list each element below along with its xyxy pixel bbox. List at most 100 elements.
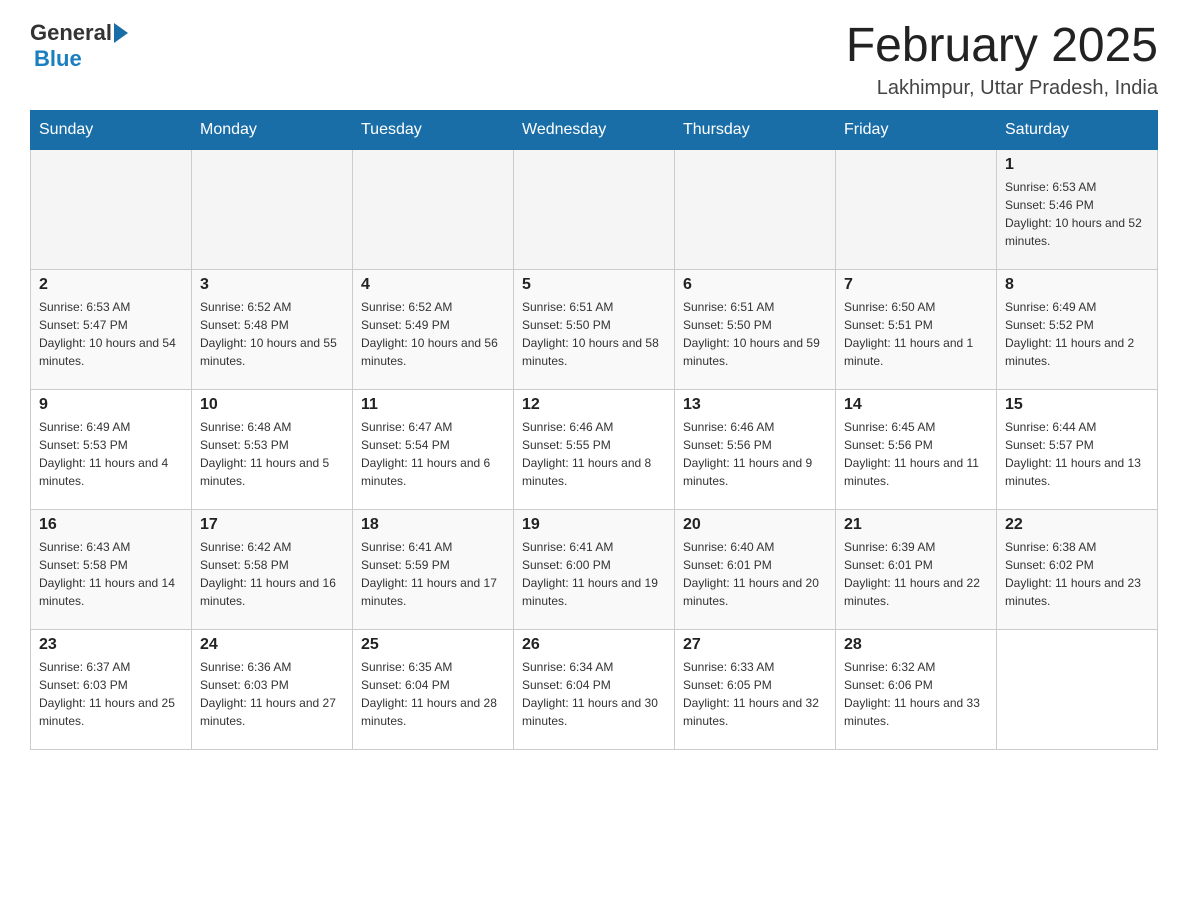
day-info: Sunrise: 6:35 AM Sunset: 6:04 PM Dayligh… — [361, 658, 505, 730]
day-info: Sunrise: 6:36 AM Sunset: 6:03 PM Dayligh… — [200, 658, 344, 730]
day-number: 25 — [361, 636, 505, 654]
calendar-cell: 6 Sunrise: 6:51 AM Sunset: 5:50 PM Daylig… — [675, 269, 836, 389]
day-number: 8 — [1005, 276, 1149, 294]
calendar-cell: 18 Sunrise: 6:41 AM Sunset: 5:59 PM Dayli… — [353, 509, 514, 629]
calendar-cell: 21 Sunrise: 6:39 AM Sunset: 6:01 PM Dayli… — [836, 509, 997, 629]
day-number: 9 — [39, 396, 183, 414]
calendar-cell — [192, 149, 353, 269]
calendar-cell: 1 Sunrise: 6:53 AM Sunset: 5:46 PM Daylig… — [997, 149, 1158, 269]
day-info: Sunrise: 6:45 AM Sunset: 5:56 PM Dayligh… — [844, 418, 988, 490]
calendar-cell: 20 Sunrise: 6:40 AM Sunset: 6:01 PM Dayli… — [675, 509, 836, 629]
day-of-week-header: Saturday — [997, 110, 1158, 149]
day-info: Sunrise: 6:49 AM Sunset: 5:52 PM Dayligh… — [1005, 298, 1149, 370]
day-number: 1 — [1005, 156, 1149, 174]
calendar-body: 1 Sunrise: 6:53 AM Sunset: 5:46 PM Daylig… — [31, 149, 1158, 749]
day-number: 12 — [522, 396, 666, 414]
day-number: 4 — [361, 276, 505, 294]
day-info: Sunrise: 6:47 AM Sunset: 5:54 PM Dayligh… — [361, 418, 505, 490]
calendar-cell: 22Sunrise: 6:38 AM Sunset: 6:02 PM Dayli… — [997, 509, 1158, 629]
calendar-cell: 16 Sunrise: 6:43 AM Sunset: 5:58 PM Dayli… — [31, 509, 192, 629]
day-number: 6 — [683, 276, 827, 294]
day-of-week-header: Tuesday — [353, 110, 514, 149]
day-info: Sunrise: 6:40 AM Sunset: 6:01 PM Dayligh… — [683, 538, 827, 610]
day-info: Sunrise: 6:34 AM Sunset: 6:04 PM Dayligh… — [522, 658, 666, 730]
day-number: 24 — [200, 636, 344, 654]
day-info: Sunrise: 6:52 AM Sunset: 5:48 PM Dayligh… — [200, 298, 344, 370]
calendar-cell: 4 Sunrise: 6:52 AM Sunset: 5:49 PM Daylig… — [353, 269, 514, 389]
calendar-cell: 5 Sunrise: 6:51 AM Sunset: 5:50 PM Daylig… — [514, 269, 675, 389]
day-of-week-header: Wednesday — [514, 110, 675, 149]
day-info: Sunrise: 6:39 AM Sunset: 6:01 PM Dayligh… — [844, 538, 988, 610]
calendar-cell: 28Sunrise: 6:32 AM Sunset: 6:06 PM Dayli… — [836, 629, 997, 749]
logo-blue-text: Blue — [34, 46, 82, 71]
calendar-cell: 24 Sunrise: 6:36 AM Sunset: 6:03 PM Dayli… — [192, 629, 353, 749]
calendar-cell — [836, 149, 997, 269]
calendar-cell — [514, 149, 675, 269]
day-info: Sunrise: 6:53 AM Sunset: 5:46 PM Dayligh… — [1005, 178, 1149, 250]
logo-arrow-icon — [114, 23, 128, 43]
day-info: Sunrise: 6:41 AM Sunset: 5:59 PM Dayligh… — [361, 538, 505, 610]
calendar-cell: 27 Sunrise: 6:33 AM Sunset: 6:05 PM Dayli… — [675, 629, 836, 749]
day-number: 27 — [683, 636, 827, 654]
day-number: 18 — [361, 516, 505, 534]
title-section: February 2025 Lakhimpur, Uttar Pradesh, … — [846, 20, 1158, 100]
calendar-cell: 26 Sunrise: 6:34 AM Sunset: 6:04 PM Dayli… — [514, 629, 675, 749]
calendar-cell: 14 Sunrise: 6:45 AM Sunset: 5:56 PM Dayli… — [836, 389, 997, 509]
month-title: February 2025 — [846, 20, 1158, 73]
calendar-header: SundayMondayTuesdayWednesdayThursdayFrid… — [31, 110, 1158, 149]
day-number: 17 — [200, 516, 344, 534]
day-number: 13 — [683, 396, 827, 414]
day-of-week-header: Monday — [192, 110, 353, 149]
day-number: 2 — [39, 276, 183, 294]
calendar-week-row: 16 Sunrise: 6:43 AM Sunset: 5:58 PM Dayli… — [31, 509, 1158, 629]
calendar-cell: 10Sunrise: 6:48 AM Sunset: 5:53 PM Dayli… — [192, 389, 353, 509]
calendar-cell: 13 Sunrise: 6:46 AM Sunset: 5:56 PM Dayli… — [675, 389, 836, 509]
day-info: Sunrise: 6:46 AM Sunset: 5:55 PM Dayligh… — [522, 418, 666, 490]
day-number: 3 — [200, 276, 344, 294]
day-info: Sunrise: 6:51 AM Sunset: 5:50 PM Dayligh… — [683, 298, 827, 370]
day-number: 11 — [361, 396, 505, 414]
day-number: 22 — [1005, 516, 1149, 534]
calendar-cell: 25 Sunrise: 6:35 AM Sunset: 6:04 PM Dayli… — [353, 629, 514, 749]
day-info: Sunrise: 6:37 AM Sunset: 6:03 PM Dayligh… — [39, 658, 183, 730]
calendar-cell: 23 Sunrise: 6:37 AM Sunset: 6:03 PM Dayli… — [31, 629, 192, 749]
day-number: 28 — [844, 636, 988, 654]
calendar-cell — [353, 149, 514, 269]
day-number: 20 — [683, 516, 827, 534]
calendar-cell: 8 Sunrise: 6:49 AM Sunset: 5:52 PM Daylig… — [997, 269, 1158, 389]
calendar-cell: 19 Sunrise: 6:41 AM Sunset: 6:00 PM Dayli… — [514, 509, 675, 629]
day-info: Sunrise: 6:51 AM Sunset: 5:50 PM Dayligh… — [522, 298, 666, 370]
day-number: 19 — [522, 516, 666, 534]
day-info: Sunrise: 6:41 AM Sunset: 6:00 PM Dayligh… — [522, 538, 666, 610]
day-number: 26 — [522, 636, 666, 654]
day-info: Sunrise: 6:46 AM Sunset: 5:56 PM Dayligh… — [683, 418, 827, 490]
logo: General Blue — [30, 20, 128, 72]
day-number: 10 — [200, 396, 344, 414]
calendar-week-row: 2 Sunrise: 6:53 AM Sunset: 5:47 PM Daylig… — [31, 269, 1158, 389]
day-number: 23 — [39, 636, 183, 654]
calendar-cell: 11 Sunrise: 6:47 AM Sunset: 5:54 PM Dayli… — [353, 389, 514, 509]
day-info: Sunrise: 6:33 AM Sunset: 6:05 PM Dayligh… — [683, 658, 827, 730]
day-number: 16 — [39, 516, 183, 534]
calendar-week-row: 23 Sunrise: 6:37 AM Sunset: 6:03 PM Dayli… — [31, 629, 1158, 749]
calendar-cell: 2 Sunrise: 6:53 AM Sunset: 5:47 PM Daylig… — [31, 269, 192, 389]
day-info: Sunrise: 6:49 AM Sunset: 5:53 PM Dayligh… — [39, 418, 183, 490]
day-number: 5 — [522, 276, 666, 294]
day-number: 21 — [844, 516, 988, 534]
day-of-week-header: Friday — [836, 110, 997, 149]
calendar-cell — [997, 629, 1158, 749]
calendar-cell: 9 Sunrise: 6:49 AM Sunset: 5:53 PM Daylig… — [31, 389, 192, 509]
calendar-table: SundayMondayTuesdayWednesdayThursdayFrid… — [30, 110, 1158, 750]
day-info: Sunrise: 6:43 AM Sunset: 5:58 PM Dayligh… — [39, 538, 183, 610]
calendar-week-row: 9 Sunrise: 6:49 AM Sunset: 5:53 PM Daylig… — [31, 389, 1158, 509]
day-of-week-header: Thursday — [675, 110, 836, 149]
calendar-week-row: 1 Sunrise: 6:53 AM Sunset: 5:46 PM Daylig… — [31, 149, 1158, 269]
logo-general-text: General — [30, 20, 112, 46]
day-info: Sunrise: 6:53 AM Sunset: 5:47 PM Dayligh… — [39, 298, 183, 370]
day-info: Sunrise: 6:50 AM Sunset: 5:51 PM Dayligh… — [844, 298, 988, 370]
day-number: 14 — [844, 396, 988, 414]
day-number: 7 — [844, 276, 988, 294]
day-info: Sunrise: 6:52 AM Sunset: 5:49 PM Dayligh… — [361, 298, 505, 370]
days-of-week-row: SundayMondayTuesdayWednesdayThursdayFrid… — [31, 110, 1158, 149]
calendar-cell — [675, 149, 836, 269]
